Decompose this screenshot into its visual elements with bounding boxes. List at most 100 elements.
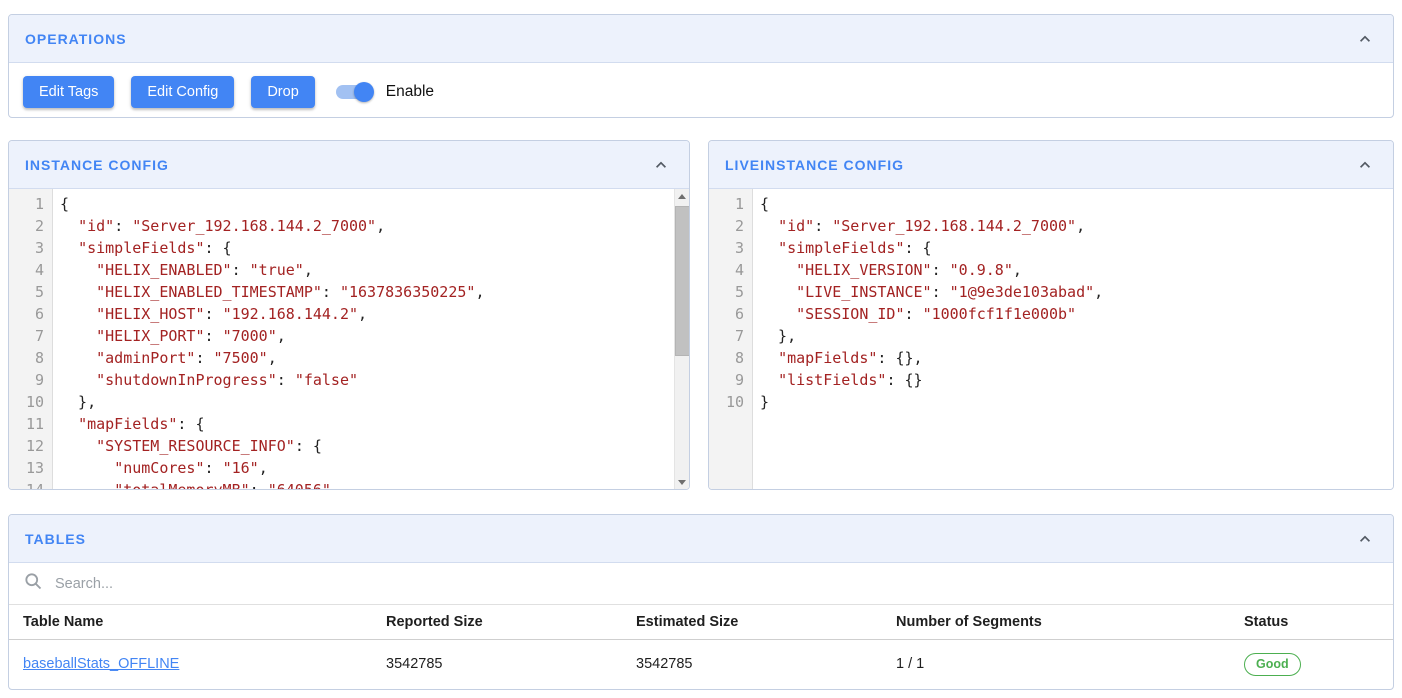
- edit-config-button[interactable]: Edit Config: [131, 76, 234, 108]
- config-row: INSTANCE CONFIG 1234567891011121314 { "i…: [8, 140, 1394, 490]
- chevron-up-icon: [1355, 155, 1375, 175]
- liveinstance-config-editor[interactable]: 12345678910 { "id": "Server_192.168.144.…: [709, 189, 1393, 490]
- line-number: 5: [9, 281, 44, 303]
- column-header-status[interactable]: Status: [1230, 605, 1393, 639]
- drop-button[interactable]: Drop: [251, 76, 314, 108]
- code-line: {: [760, 193, 1393, 215]
- code-line: "adminPort": "7500",: [60, 347, 689, 369]
- code-line: {: [60, 193, 689, 215]
- reported-size-value: 3542785: [372, 639, 622, 689]
- table-header-row: Table Name Reported Size Estimated Size …: [9, 605, 1393, 639]
- status-badge: Good: [1244, 653, 1301, 676]
- line-number: 7: [709, 325, 744, 347]
- code-line: "totalMemoryMB": "64056",: [60, 479, 689, 490]
- operations-title: OPERATIONS: [25, 31, 127, 47]
- line-number: 2: [9, 215, 44, 237]
- code-line: "SESSION_ID": "1000fcf1f1e000b": [760, 303, 1393, 325]
- code-line: "mapFields": {},: [760, 347, 1393, 369]
- line-number: 6: [709, 303, 744, 325]
- line-number: 12: [9, 435, 44, 457]
- enable-toggle-label: Enable: [386, 83, 434, 101]
- code-area: { "id": "Server_192.168.144.2_7000", "si…: [53, 189, 689, 490]
- liveinstance-config-title: LIVEINSTANCE CONFIG: [725, 157, 904, 173]
- edit-tags-button[interactable]: Edit Tags: [23, 76, 114, 108]
- line-number: 1: [9, 193, 44, 215]
- tables-collapse-button[interactable]: [1353, 527, 1377, 551]
- code-line: },: [60, 391, 689, 413]
- line-number: 6: [9, 303, 44, 325]
- instance-config-editor[interactable]: 1234567891011121314 { "id": "Server_192.…: [9, 189, 689, 490]
- column-header-estimated-size[interactable]: Estimated Size: [622, 605, 882, 639]
- line-number: 2: [709, 215, 744, 237]
- line-number: 9: [709, 369, 744, 391]
- instance-config-panel: INSTANCE CONFIG 1234567891011121314 { "i…: [8, 140, 690, 490]
- operations-panel-header: OPERATIONS: [9, 15, 1393, 63]
- toggle-thumb: [354, 82, 374, 102]
- code-line: }: [760, 391, 1393, 413]
- chevron-up-icon: [651, 155, 671, 175]
- column-header-number-of-segments[interactable]: Number of Segments: [882, 605, 1230, 639]
- code-line: "HELIX_ENABLED": "true",: [60, 259, 689, 281]
- line-number: 11: [9, 413, 44, 435]
- code-line: "simpleFields": {: [60, 237, 689, 259]
- code-line: "numCores": "16",: [60, 457, 689, 479]
- line-number: 4: [9, 259, 44, 281]
- column-header-table-name[interactable]: Table Name: [9, 605, 372, 639]
- segments-value: 1 / 1: [882, 639, 1230, 689]
- line-number: 8: [709, 347, 744, 369]
- line-number: 4: [709, 259, 744, 281]
- chevron-up-icon: [1355, 29, 1375, 49]
- tables-title: TABLES: [25, 531, 86, 547]
- liveinstance-config-collapse-button[interactable]: [1353, 153, 1377, 177]
- code-line: "shutdownInProgress": "false": [60, 369, 689, 391]
- code-line: "LIVE_INSTANCE": "1@9e3de103abad",: [760, 281, 1393, 303]
- table-name-link[interactable]: baseballStats_OFFLINE: [23, 656, 179, 672]
- tables-search-input[interactable]: [55, 576, 1379, 592]
- code-line: "simpleFields": {: [760, 237, 1393, 259]
- line-number: 9: [9, 369, 44, 391]
- editor-vertical-scrollbar[interactable]: [674, 189, 689, 490]
- line-number: 5: [709, 281, 744, 303]
- code-line: "HELIX_VERSION": "0.9.8",: [760, 259, 1393, 281]
- operations-content: Edit Tags Edit Config Drop Enable: [9, 63, 1393, 117]
- line-number: 10: [9, 391, 44, 413]
- code-line: "HELIX_HOST": "192.168.144.2",: [60, 303, 689, 325]
- line-number: 14: [9, 479, 44, 490]
- scroll-down-arrow[interactable]: [675, 475, 689, 490]
- tables-panel: TABLES Table Nam: [8, 514, 1394, 690]
- code-area: { "id": "Server_192.168.144.2_7000", "si…: [753, 189, 1393, 490]
- scrollbar-thumb[interactable]: [675, 206, 689, 356]
- table-row: baseballStats_OFFLINE 3542785 3542785 1 …: [9, 639, 1393, 689]
- line-number-gutter: 1234567891011121314: [9, 189, 53, 490]
- tables-table: Table Name Reported Size Estimated Size …: [9, 605, 1393, 689]
- line-number: 13: [9, 457, 44, 479]
- line-number: 10: [709, 391, 744, 413]
- estimated-size-value: 3542785: [622, 639, 882, 689]
- scroll-up-arrow[interactable]: [675, 189, 689, 204]
- line-number: 3: [9, 237, 44, 259]
- code-line: "listFields": {}: [760, 369, 1393, 391]
- line-number-gutter: 12345678910: [709, 189, 753, 490]
- search-icon: [23, 571, 43, 596]
- instance-config-collapse-button[interactable]: [649, 153, 673, 177]
- server-details-page: OPERATIONS Edit Tags Edit Config Drop En…: [0, 0, 1402, 690]
- instance-config-header: INSTANCE CONFIG: [9, 141, 689, 189]
- instance-config-title: INSTANCE CONFIG: [25, 157, 169, 173]
- chevron-up-icon: [1355, 529, 1375, 549]
- column-header-reported-size[interactable]: Reported Size: [372, 605, 622, 639]
- line-number: 7: [9, 325, 44, 347]
- code-line: },: [760, 325, 1393, 347]
- line-number: 3: [709, 237, 744, 259]
- line-number: 1: [709, 193, 744, 215]
- operations-collapse-button[interactable]: [1353, 27, 1377, 51]
- tables-panel-header: TABLES: [9, 515, 1393, 563]
- liveinstance-config-header: LIVEINSTANCE CONFIG: [709, 141, 1393, 189]
- enable-toggle[interactable]: [336, 82, 372, 102]
- code-line: "id": "Server_192.168.144.2_7000",: [760, 215, 1393, 237]
- code-line: "HELIX_PORT": "7000",: [60, 325, 689, 347]
- liveinstance-config-panel: LIVEINSTANCE CONFIG 12345678910 { "id": …: [708, 140, 1394, 490]
- line-number: 8: [9, 347, 44, 369]
- code-line: "id": "Server_192.168.144.2_7000",: [60, 215, 689, 237]
- tables-search-row: [9, 563, 1393, 605]
- code-line: "SYSTEM_RESOURCE_INFO": {: [60, 435, 689, 457]
